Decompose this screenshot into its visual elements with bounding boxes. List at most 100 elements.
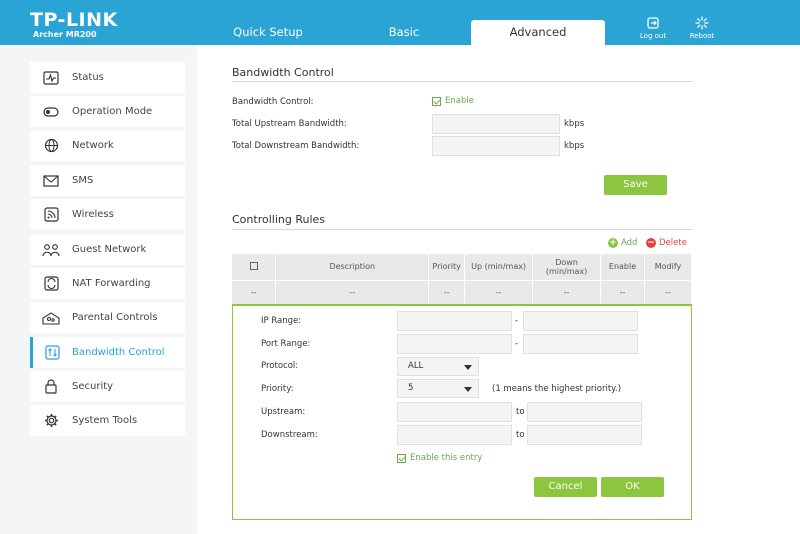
logout-label: Log out <box>639 32 667 40</box>
tab-basic[interactable]: Basic <box>348 20 460 45</box>
enable-entry-label: Enable this entry <box>410 453 483 463</box>
column-header: Down (min/max) <box>532 254 602 280</box>
checkbox-checked-icon <box>432 96 441 106</box>
table-cell: -- <box>600 279 645 304</box>
sidebar-item-network[interactable]: Network <box>30 130 185 161</box>
add-label: Add <box>621 238 638 248</box>
sidebar-item-nat-forwarding[interactable]: NAT Forwarding <box>30 268 185 299</box>
reboot-label: Reboot <box>689 32 715 40</box>
rules-table: Description Priority Up (min/max) Down (… <box>232 254 692 304</box>
enable-label: Enable <box>445 96 474 106</box>
to-label: to <box>516 407 525 417</box>
downstream-min-input[interactable] <box>397 425 512 445</box>
priority-select[interactable]: 5 <box>397 379 479 398</box>
logout-icon <box>647 17 659 29</box>
logout-button[interactable]: Log out <box>638 16 668 40</box>
column-header: Modify <box>644 254 692 280</box>
reboot-icon <box>695 16 709 30</box>
add-icon: + <box>608 238 618 248</box>
sidebar-item-label: SMS <box>72 175 94 186</box>
sidebar-item-status[interactable]: Status <box>30 62 185 93</box>
bandwidth-icon <box>33 345 72 360</box>
sidebar-item-security[interactable]: Security <box>30 371 185 402</box>
sidebar-item-label: NAT Forwarding <box>72 278 151 289</box>
nat-icon <box>30 276 72 291</box>
sidebar-item-parental-controls[interactable]: Parental Controls <box>30 302 185 333</box>
sidebar-item-bandwidth-control[interactable]: Bandwidth Control <box>30 337 185 368</box>
protocol-label: Protocol: <box>261 361 299 371</box>
downstream-max-input[interactable] <box>527 425 642 445</box>
sidebar-item-label: Operation Mode <box>72 106 153 117</box>
table-cell: -- <box>232 279 277 304</box>
table-cell: -- <box>428 279 466 304</box>
tp-link-logo: TP-LINK <box>30 9 118 31</box>
table-header-row: Description Priority Up (min/max) Down (… <box>232 254 692 280</box>
section-divider <box>232 81 692 82</box>
sidebar-item-wireless[interactable]: Wireless <box>30 199 185 230</box>
sidebar-item-label: System Tools <box>72 415 138 426</box>
column-header: Priority <box>428 254 466 280</box>
operation-mode-icon <box>30 106 72 118</box>
table-cell: -- <box>464 279 534 304</box>
rules-section-title: Controlling Rules <box>232 213 326 226</box>
section-divider <box>232 229 692 230</box>
bandwidth-section-title: Bandwidth Control <box>232 66 334 79</box>
downstream-bandwidth-input[interactable] <box>432 136 560 156</box>
globe-icon <box>30 138 72 153</box>
enable-bandwidth-checkbox[interactable]: Enable <box>432 96 474 106</box>
parental-icon <box>30 311 72 325</box>
upstream-max-input[interactable] <box>527 402 642 422</box>
range-dash: - <box>515 339 519 349</box>
guest-icon <box>30 243 72 257</box>
priority-label: Priority: <box>261 384 294 394</box>
envelope-icon <box>30 174 72 187</box>
delete-rule-button[interactable]: − Delete <box>646 238 687 248</box>
delete-label: Delete <box>659 238 687 248</box>
downstream-label: Downstream: <box>261 430 318 440</box>
upstream-min-input[interactable] <box>397 402 512 422</box>
save-button[interactable]: Save <box>604 175 667 195</box>
sidebar-item-guest-network[interactable]: Guest Network <box>30 234 185 265</box>
column-header: Enable <box>600 254 645 280</box>
to-label: to <box>516 430 525 440</box>
upstream-bandwidth-input[interactable] <box>432 114 560 134</box>
bandwidth-control-label: Bandwidth Control: <box>232 97 314 107</box>
sidebar-item-system-tools[interactable]: System Tools <box>30 405 185 436</box>
lock-icon <box>30 379 72 394</box>
sidebar-item-operation-mode[interactable]: Operation Mode <box>30 96 185 127</box>
upstream-unit: kbps <box>564 119 585 129</box>
sidebar-item-sms[interactable]: SMS <box>30 165 185 196</box>
port-range-end-input[interactable] <box>523 334 638 354</box>
ip-range-label: IP Range: <box>261 316 302 326</box>
ip-range-start-input[interactable] <box>397 311 512 331</box>
column-header: Description <box>275 254 430 280</box>
table-cell: -- <box>532 279 602 304</box>
priority-hint: (1 means the highest priority.) <box>492 384 622 394</box>
upstream-label: Upstream: <box>261 407 306 417</box>
tab-advanced[interactable]: Advanced <box>471 20 605 45</box>
sidebar-item-label: Guest Network <box>72 244 147 255</box>
table-row: -- -- -- -- -- -- -- <box>232 279 692 304</box>
tab-quick-setup[interactable]: Quick Setup <box>212 20 324 45</box>
downstream-unit: kbps <box>564 141 585 151</box>
model-name: Archer MR200 <box>33 30 97 39</box>
ok-button[interactable]: OK <box>601 477 664 497</box>
protocol-select[interactable]: ALL <box>397 357 479 376</box>
sidebar-item-label: Wireless <box>72 209 114 220</box>
port-range-start-input[interactable] <box>397 334 512 354</box>
delete-icon: − <box>646 238 656 248</box>
checkbox-icon <box>249 261 258 270</box>
wireless-icon <box>30 207 72 222</box>
add-rule-button[interactable]: + Add <box>608 238 637 248</box>
reboot-button[interactable]: Reboot <box>687 16 717 40</box>
ip-range-end-input[interactable] <box>523 311 638 331</box>
range-dash: - <box>515 316 519 326</box>
sidebar-item-label: Parental Controls <box>72 312 158 323</box>
cancel-button[interactable]: Cancel <box>534 477 597 497</box>
downstream-bandwidth-label: Total Downstream Bandwidth: <box>232 141 360 151</box>
gear-icon <box>30 413 72 428</box>
enable-entry-checkbox[interactable]: Enable this entry <box>397 453 482 463</box>
table-cell: -- <box>644 279 692 304</box>
select-all-checkbox[interactable] <box>232 254 277 280</box>
upstream-bandwidth-label: Total Upstream Bandwidth: <box>232 119 347 129</box>
